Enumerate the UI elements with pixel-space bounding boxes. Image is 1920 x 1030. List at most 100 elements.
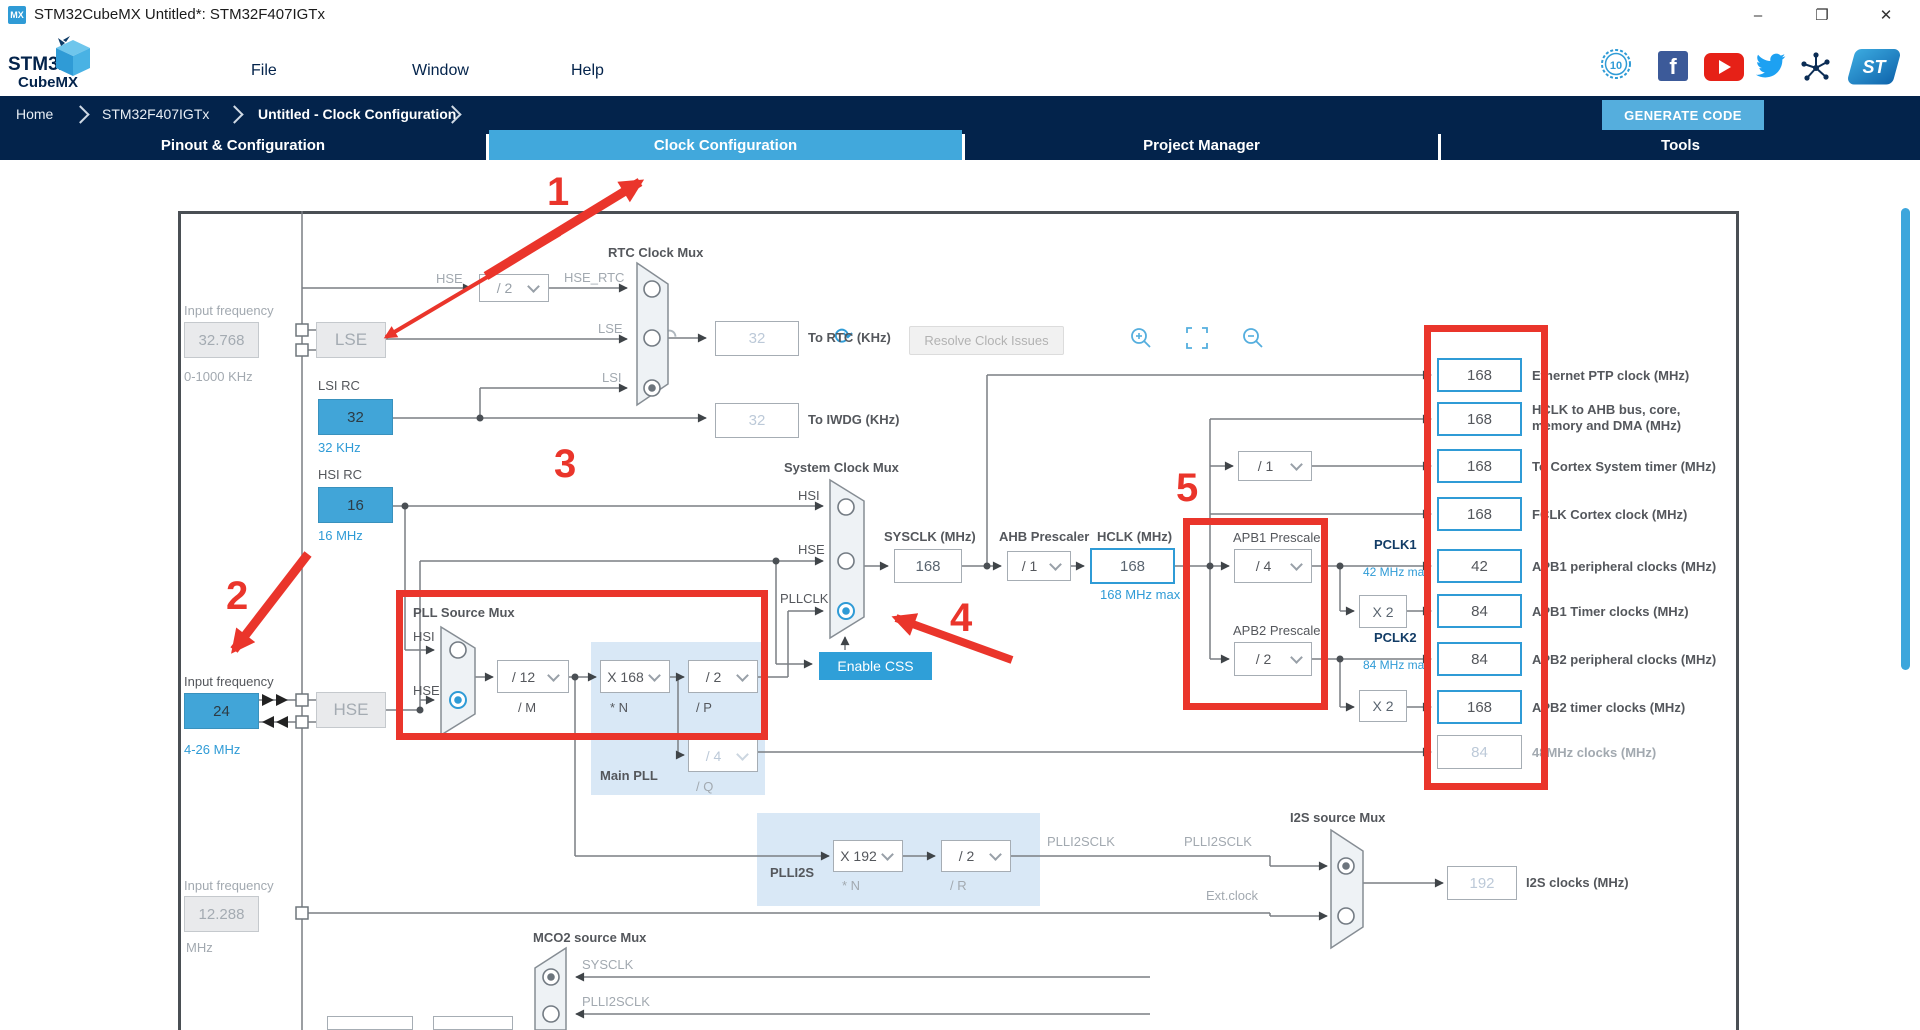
hse-range-label: 4-26 MHz: [184, 742, 240, 757]
clk48-label: 48MHz clocks (MHz): [1532, 745, 1656, 760]
lse-range-label: 0-1000 KHz: [184, 369, 253, 384]
hse-box[interactable]: HSE: [316, 692, 386, 728]
lse-wire-label: LSE: [598, 321, 623, 336]
apb2-peripheral-label: APB2 peripheral clocks (MHz): [1532, 652, 1716, 667]
annotation-rect-apb: [1183, 518, 1328, 710]
sys-hsi-label: HSI: [798, 488, 820, 503]
st-logo-icon[interactable]: ST: [1846, 46, 1902, 88]
tab-project-manager[interactable]: Project Manager: [965, 130, 1438, 160]
lsi-rc-label: LSI RC: [318, 378, 360, 393]
generate-code-button[interactable]: GENERATE CODE: [1602, 100, 1764, 130]
hse-rtc-wire-label: HSE_RTC: [564, 270, 624, 285]
i2s-input-frequency-label: Input frequency: [184, 878, 274, 893]
share-network-icon[interactable]: [1799, 50, 1833, 84]
tab-pinout-configuration[interactable]: Pinout & Configuration: [0, 130, 486, 160]
breadcrumb-home[interactable]: Home: [16, 106, 53, 122]
i2s-pll-input-label: PLLI2SCLK: [1184, 834, 1252, 849]
ten-years-badge-icon[interactable]: 10: [1600, 48, 1632, 80]
pll-q-dropdown[interactable]: / 4: [688, 739, 758, 772]
menu-bar: STM32 CubeMX File Window Help 10 f: [0, 30, 1920, 96]
apb1-timer-multiplier-box: X 2: [1359, 595, 1407, 628]
vertical-scrollbar[interactable]: [1901, 208, 1910, 670]
lse-frequency-field[interactable]: 32.768: [184, 322, 259, 358]
rtc-mux-title: RTC Clock Mux: [608, 245, 703, 260]
hsi-freq-label: 16 MHz: [318, 528, 363, 543]
hse-input-frequency-label: Input frequency: [184, 674, 274, 689]
youtube-icon[interactable]: [1704, 53, 1744, 81]
hse-frequency-field[interactable]: 24: [184, 693, 259, 729]
twitter-icon[interactable]: [1753, 50, 1787, 82]
chevron-down-icon: [989, 848, 1002, 861]
chevron-down-icon: [881, 848, 894, 861]
cube-logo-icon: [52, 36, 94, 80]
app-window: MX STM32CubeMX Untitled*: STM32F407IGTx …: [0, 0, 1920, 1030]
annotation-number-3: 3: [554, 444, 576, 484]
tab-tools[interactable]: Tools: [1441, 130, 1920, 160]
hclk-ahb-label: HCLK to AHB bus, core, memory and DMA (M…: [1532, 402, 1694, 434]
menu-help[interactable]: Help: [571, 62, 604, 80]
title-bar: MX STM32CubeMX Untitled*: STM32F407IGTx …: [0, 0, 1920, 30]
annotation-number-5: 5: [1176, 468, 1198, 508]
annotation-number-1: 1: [547, 172, 569, 212]
mco2-sysclk-label: SYSCLK: [582, 957, 633, 972]
pclk1-max-label: 42 MHz max: [1363, 565, 1430, 579]
ahb-prescaler-dropdown[interactable]: / 1: [1007, 551, 1071, 581]
plli2s-r-label: / R: [950, 878, 967, 893]
annotation-number-2: 2: [226, 576, 248, 616]
annotation-rect-pll: [396, 590, 768, 740]
hclk-label: HCLK (MHz): [1097, 529, 1172, 544]
mco2-partial-box: [327, 1016, 413, 1030]
window-title: STM32CubeMX Untitled*: STM32F407IGTx: [34, 6, 325, 23]
minimize-button[interactable]: –: [1738, 2, 1778, 28]
chevron-down-icon: [1290, 458, 1303, 471]
to-rtc-label: To RTC (KHz): [808, 330, 891, 345]
lsi-freq-label: 32 KHz: [318, 440, 361, 455]
hclk-max-label: 168 MHz max: [1100, 587, 1180, 602]
restore-button[interactable]: ❐: [1802, 2, 1842, 28]
annotation-number-4: 4: [950, 598, 972, 638]
plli2s-label: PLLI2S: [770, 865, 814, 880]
pclk2-label: PCLK2: [1374, 630, 1417, 645]
chevron-right-icon: [71, 105, 89, 123]
hsi-value-box: 16: [318, 487, 393, 523]
breadcrumb-mcu[interactable]: STM32F407IGTx: [102, 106, 209, 122]
clock-toolbar: ↶ ↷ ⟳ Resolve Clock Issues: [0, 160, 1920, 204]
i2s-mux-title: I2S source Mux: [1290, 810, 1385, 825]
facebook-icon[interactable]: f: [1658, 51, 1688, 81]
system-mux-title: System Clock Mux: [784, 460, 899, 475]
plli2s-n-label: * N: [842, 878, 860, 893]
tab-clock-configuration[interactable]: Clock Configuration: [489, 130, 962, 160]
cortex-prescaler-dropdown[interactable]: / 1: [1238, 451, 1312, 481]
annotation-rect-outputs: [1424, 325, 1548, 790]
chevron-down-icon: [736, 748, 749, 761]
hclk-value-field[interactable]: 168: [1090, 548, 1175, 584]
plli2sclk-wire-label: PLLI2SCLK: [1047, 834, 1115, 849]
rtc-hse-wire-label: HSE: [436, 271, 463, 286]
to-rtc-value-box: 32: [715, 321, 799, 356]
to-iwdg-label: To IWDG (KHz): [808, 412, 899, 427]
chevron-down-icon: [1049, 558, 1062, 571]
rtc-hse-divider-dropdown[interactable]: / 2: [479, 274, 549, 302]
apb1-peripheral-label: APB1 peripheral clocks (MHz): [1532, 559, 1716, 574]
lse-box[interactable]: LSE: [316, 322, 386, 358]
plli2s-n-dropdown[interactable]: X 192: [833, 840, 903, 872]
breadcrumb-page: Untitled - Clock Configuration: [258, 106, 456, 122]
i2s-ckin-field[interactable]: 12.288: [184, 896, 259, 932]
ahb-prescaler-label: AHB Prescaler: [999, 529, 1089, 544]
enable-css-button[interactable]: Enable CSS: [819, 652, 932, 680]
apb1-timer-label: APB1 Timer clocks (MHz): [1532, 604, 1689, 619]
apb2-timer-multiplier-box: X 2: [1359, 690, 1407, 722]
mco2-mux-title: MCO2 source Mux: [533, 930, 646, 945]
sysclk-value-field[interactable]: 168: [894, 549, 962, 583]
menu-window[interactable]: Window: [412, 62, 469, 80]
close-button[interactable]: ✕: [1866, 2, 1906, 28]
sys-hse-label: HSE: [798, 542, 825, 557]
plli2s-r-dropdown[interactable]: / 2: [941, 840, 1011, 872]
pclk1-label: PCLK1: [1374, 537, 1417, 552]
menu-file[interactable]: File: [251, 62, 277, 80]
mco2-plli2sclk-label: PLLI2SCLK: [582, 994, 650, 1009]
lsi-wire-label: LSI: [602, 370, 622, 385]
mco2-partial-box: [433, 1016, 513, 1030]
sys-pllclk-label: PLLCLK: [780, 591, 828, 606]
chevron-right-icon: [225, 105, 243, 123]
